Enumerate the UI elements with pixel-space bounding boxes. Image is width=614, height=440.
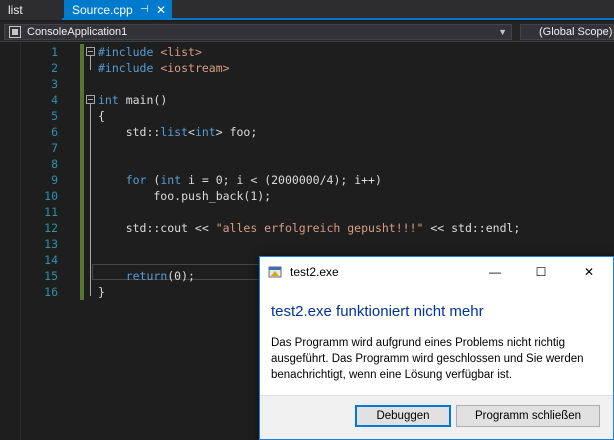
tab-list[interactable]: list xyxy=(0,0,62,20)
fold-collapse-icon[interactable] xyxy=(86,95,95,104)
line-number: 3 xyxy=(51,77,58,91)
fold-collapse-icon[interactable] xyxy=(86,47,95,56)
close-program-button[interactable]: Programm schließen xyxy=(456,405,600,427)
document-tab-bar: list Source.cpp ⊣ ✕ xyxy=(0,0,614,20)
close-tab-icon[interactable]: ✕ xyxy=(156,0,166,20)
change-tracking-bar xyxy=(80,44,84,300)
error-dialog: test2.exe — ☐ ✕ test2.exe funktioniert n… xyxy=(259,256,614,440)
line-number: 6 xyxy=(51,125,58,139)
close-icon[interactable]: ✕ xyxy=(566,257,612,287)
debug-button[interactable]: Debuggen xyxy=(355,405,451,427)
dialog-message: Das Programm wird aufgrund eines Problem… xyxy=(271,337,584,381)
line-number: 12 xyxy=(44,221,58,235)
line-number: 13 xyxy=(44,237,58,251)
fold-guide xyxy=(90,56,91,70)
maximize-icon[interactable]: ☐ xyxy=(518,257,564,287)
scope-name: (Global Scope) xyxy=(539,26,613,38)
tab-source-cpp[interactable]: Source.cpp ⊣ ✕ xyxy=(64,0,172,20)
line-number: 2 xyxy=(51,61,58,75)
fold-guide xyxy=(90,104,91,296)
tab-source-cpp-label: Source.cpp xyxy=(72,3,133,17)
dialog-title: test2.exe xyxy=(290,265,339,279)
minimize-icon[interactable]: — xyxy=(472,257,518,287)
dialog-title-bar[interactable]: test2.exe — ☐ ✕ xyxy=(260,257,613,287)
line-number: 16 xyxy=(44,285,58,299)
project-icon xyxy=(9,26,21,38)
line-number: 14 xyxy=(44,253,58,267)
line-number: 1 xyxy=(51,45,58,59)
project-dropdown[interactable]: ConsoleApplication1 ▼ xyxy=(4,24,512,40)
gutter-divider xyxy=(20,42,21,440)
tab-list-label: list xyxy=(8,3,23,17)
pin-icon[interactable]: ⊣ xyxy=(140,0,149,20)
line-number: 10 xyxy=(44,189,58,203)
navigation-bar: ConsoleApplication1 ▼ (Global Scope) xyxy=(0,22,614,42)
project-name: ConsoleApplication1 xyxy=(27,26,128,38)
line-number: 7 xyxy=(51,141,58,155)
line-number: 15 xyxy=(44,269,58,283)
dialog-heading: test2.exe funktioniert nicht mehr xyxy=(271,303,484,320)
line-number: 11 xyxy=(44,205,58,219)
line-number: 5 xyxy=(51,109,58,123)
application-icon xyxy=(268,266,282,278)
dialog-button-bar: Debuggen Programm schließen xyxy=(260,395,613,439)
line-number: 4 xyxy=(51,93,58,107)
line-number: 9 xyxy=(51,173,58,187)
scope-dropdown[interactable]: (Global Scope) xyxy=(520,24,614,40)
chevron-down-icon: ▼ xyxy=(498,27,507,37)
line-number: 8 xyxy=(51,157,58,171)
